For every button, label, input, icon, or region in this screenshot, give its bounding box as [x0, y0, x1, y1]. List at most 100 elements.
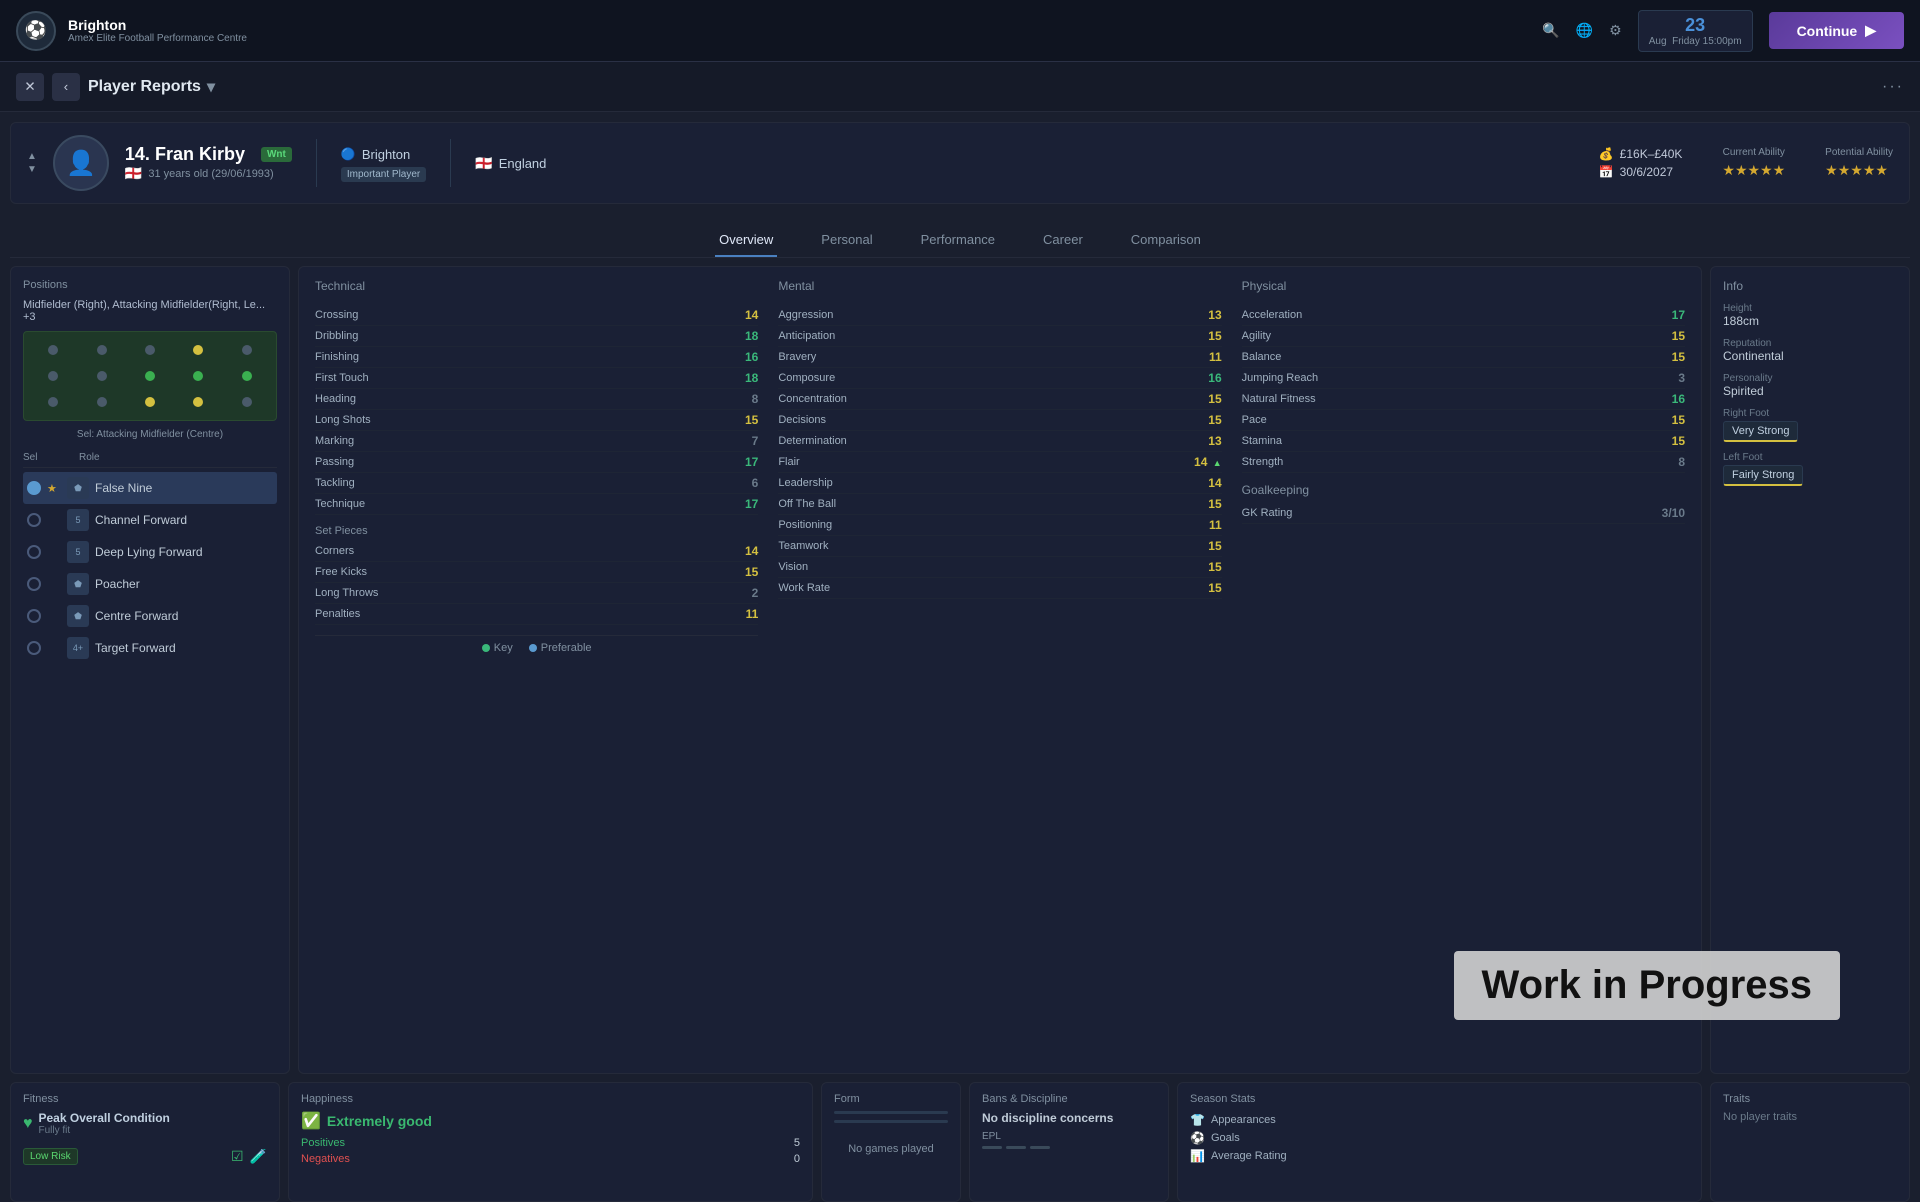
- mental-title: Mental: [778, 279, 1221, 297]
- stat-val: 15: [734, 565, 758, 579]
- more-button[interactable]: ···: [1882, 78, 1904, 96]
- stat-val: 11: [734, 607, 758, 621]
- role-radio-false-nine[interactable]: [27, 481, 41, 495]
- date-number: 23: [1685, 15, 1705, 36]
- stats-grid: Technical Crossing 14 Dribbling 18 Finis…: [315, 279, 1685, 654]
- set-pieces-title: Set Pieces: [315, 525, 758, 537]
- role-row-target-forward[interactable]: 4+ Target Forward: [23, 632, 277, 664]
- left-foot-label: Left Foot: [1723, 452, 1897, 463]
- bottom-section: Fitness ♥ Peak Overall Condition Fully f…: [10, 1082, 1910, 1202]
- player-header: ▲ ▼ 👤 14. Fran Kirby Wnt 🏴󠁧󠁢󠁥󠁮󠁧󠁿 31 year…: [10, 122, 1910, 204]
- appearances-label: Appearances: [1211, 1114, 1276, 1126]
- center-panel: Technical Crossing 14 Dribbling 18 Finis…: [298, 266, 1702, 1074]
- form-no-games: No games played: [834, 1143, 948, 1155]
- bans-card: Bans & Discipline No discipline concerns…: [969, 1082, 1169, 1202]
- pitch-dot-15: [242, 397, 252, 407]
- epl-label: EPL: [982, 1131, 1156, 1142]
- role-row-poacher[interactable]: ⬟ Poacher: [23, 568, 277, 600]
- search-icon[interactable]: 🔍: [1542, 22, 1559, 39]
- ban-bar3: [1030, 1146, 1050, 1149]
- key-label: Key: [494, 642, 513, 654]
- role-name-poacher: Poacher: [95, 577, 273, 591]
- next-player-icon[interactable]: ▼: [27, 164, 37, 175]
- continue-arrow-icon: ▶: [1865, 22, 1876, 39]
- date-display: 23 Aug Friday 15:00pm: [1638, 10, 1753, 52]
- prev-player-icon[interactable]: ▲: [27, 151, 37, 162]
- pitch-dot-8: [145, 371, 155, 381]
- role-radio-target-forward[interactable]: [27, 641, 41, 655]
- positions-label: Positions: [23, 279, 277, 291]
- stat-off-the-ball: Off The Ball 15: [778, 494, 1221, 515]
- stat-name: Technique: [315, 498, 365, 510]
- role-row-deep-lying[interactable]: 5 Deep Lying Forward: [23, 536, 277, 568]
- stat-decisions: Decisions 15: [778, 410, 1221, 431]
- player-nav-arrows[interactable]: ▲ ▼: [27, 151, 37, 175]
- pitch-dot-12: [97, 397, 107, 407]
- role-radio-poacher[interactable]: [27, 577, 41, 591]
- stat-name: Tackling: [315, 477, 355, 489]
- tab-performance[interactable]: Performance: [917, 224, 999, 257]
- technical-section: Technical Crossing 14 Dribbling 18 Finis…: [315, 279, 758, 654]
- potential-ability-block: Potential Ability ★★★★★: [1825, 147, 1893, 179]
- positives-row: Positives 5: [301, 1137, 800, 1149]
- role-row-channel-forward[interactable]: 5 Channel Forward: [23, 504, 277, 536]
- pitch-dot-9: [193, 371, 203, 381]
- key-dot: [482, 644, 490, 652]
- current-ability-block: Current Ability ★★★★★: [1722, 147, 1785, 179]
- stat-val: 2: [734, 586, 758, 600]
- fitness-title: Fitness: [23, 1093, 267, 1105]
- stat-teamwork: Teamwork 15: [778, 536, 1221, 557]
- continue-button[interactable]: Continue ▶: [1769, 12, 1904, 49]
- stat-val: 15: [734, 413, 758, 427]
- role-radio-centre-forward[interactable]: [27, 609, 41, 623]
- role-row-false-nine[interactable]: ★ ⬟ False Nine: [23, 472, 277, 504]
- role-row-centre-forward[interactable]: ⬟ Centre Forward: [23, 600, 277, 632]
- tab-career[interactable]: Career: [1039, 224, 1087, 257]
- role-radio-channel-forward[interactable]: [27, 513, 41, 527]
- close-button[interactable]: ✕: [16, 73, 44, 101]
- fitness-check-icon: ☑: [231, 1148, 244, 1165]
- player-avatar: 👤: [53, 135, 109, 191]
- height-label: Height: [1723, 303, 1897, 314]
- header-sel: Sel: [23, 452, 43, 463]
- back-button[interactable]: ‹: [52, 73, 80, 101]
- goals-row: ⚽ Goals: [1190, 1129, 1689, 1147]
- gear-icon[interactable]: ⚙: [1609, 22, 1622, 39]
- ban-bar1: [982, 1146, 1002, 1149]
- fitness-card: Fitness ♥ Peak Overall Condition Fully f…: [10, 1082, 280, 1202]
- player-wage: £16K–£40K: [1620, 147, 1683, 161]
- tab-comparison[interactable]: Comparison: [1127, 224, 1205, 257]
- contract-end: 30/6/2027: [1620, 165, 1673, 179]
- goals-label: Goals: [1211, 1132, 1240, 1144]
- country-flag: 🏴󠁧󠁢󠁥󠁮󠁧󠁿: [475, 155, 492, 172]
- stat-balance: Balance 15: [1242, 347, 1685, 368]
- personality-label: Personality: [1723, 373, 1897, 384]
- pitch-dot-10: [242, 371, 252, 381]
- role-star-false-nine: ★: [47, 482, 61, 495]
- positives-val: 5: [794, 1137, 800, 1149]
- fitness-heart-icon: ♥: [23, 1115, 33, 1133]
- role-radio-deep-lying[interactable]: [27, 545, 41, 559]
- peak-label: Peak Overall Condition: [39, 1111, 170, 1125]
- stat-leadership: Leadership 14: [778, 473, 1221, 494]
- nav-title-text: Player Reports: [88, 78, 201, 96]
- reputation-label: Reputation: [1723, 338, 1897, 349]
- stat-composure: Composure 16: [778, 368, 1221, 389]
- tab-overview[interactable]: Overview: [715, 224, 777, 257]
- title-dropdown-icon[interactable]: ▾: [207, 77, 215, 97]
- stat-vision: Vision 15: [778, 557, 1221, 578]
- role-icon-channel: 5: [67, 509, 89, 531]
- stat-first-touch: First Touch 18: [315, 368, 758, 389]
- globe-icon[interactable]: 🌐: [1576, 22, 1593, 39]
- negatives-val: 0: [794, 1153, 800, 1165]
- stat-marking: Marking 7: [315, 431, 758, 452]
- stat-name: Passing: [315, 456, 354, 468]
- stat-val: 6: [734, 476, 758, 490]
- club-circle-icon: 🔵: [341, 147, 356, 161]
- stat-passing: Passing 17: [315, 452, 758, 473]
- player-country-block: 🏴󠁧󠁢󠁥󠁮󠁧󠁿 England: [475, 155, 546, 172]
- season-stats-title: Season Stats: [1190, 1093, 1689, 1105]
- positives-label: Positives: [301, 1137, 345, 1149]
- tab-personal[interactable]: Personal: [817, 224, 876, 257]
- main-content: Positions Midfielder (Right), Attacking …: [10, 266, 1910, 1074]
